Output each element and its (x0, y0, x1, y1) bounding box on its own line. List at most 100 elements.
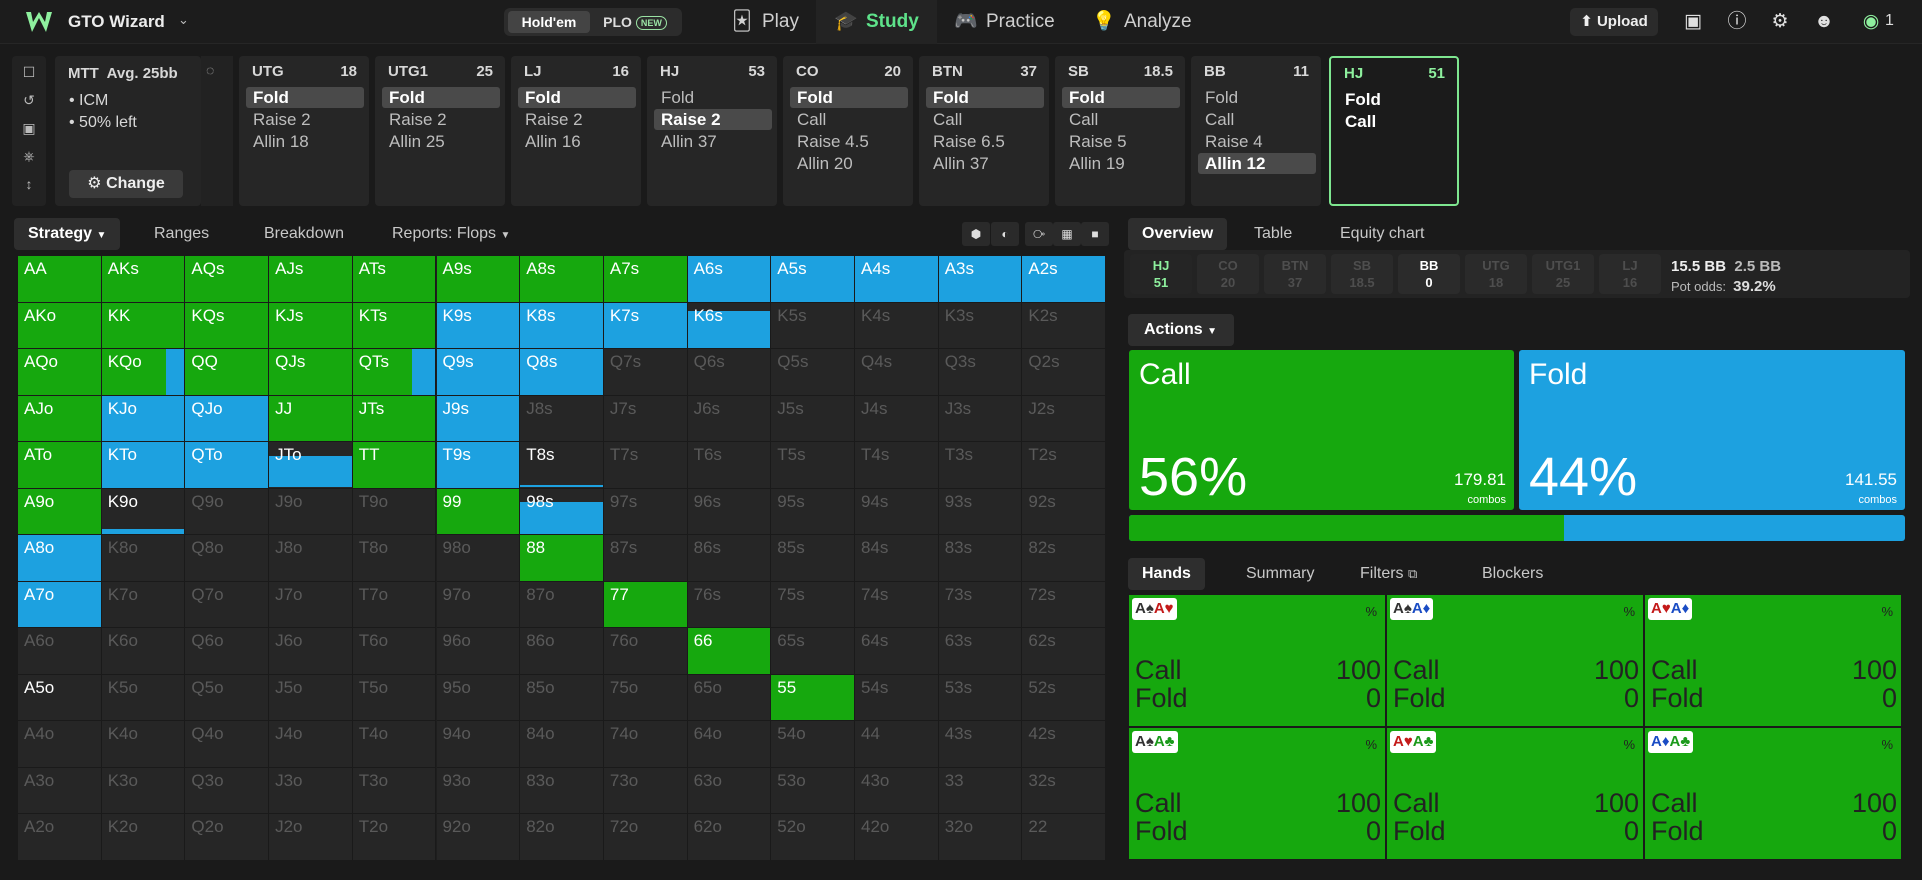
hand-cell[interactable]: 52o (771, 814, 855, 861)
compact-view-icon[interactable]: ⧂ (1025, 222, 1053, 246)
hand-cell[interactable]: 53s (938, 674, 1023, 721)
hand-cell[interactable]: AJo (18, 395, 102, 442)
position-action[interactable]: Raise 2 (246, 109, 364, 130)
nav-practice[interactable]: 🎮 Practice (936, 0, 1073, 44)
hand-cell[interactable]: KJo (101, 395, 186, 442)
chevron-down-icon[interactable]: ⌄ (178, 12, 189, 28)
nav-analyze[interactable]: 💡 Analyze (1074, 0, 1210, 44)
nav-study[interactable]: 🎓 Study (816, 0, 937, 44)
hand-cell[interactable]: J9s (436, 395, 521, 442)
contrast-view-icon[interactable]: ◐ (991, 222, 1019, 246)
position-action[interactable]: Fold (1338, 89, 1456, 110)
hand-cell[interactable]: A4o (18, 721, 102, 768)
hand-cell[interactable]: T9s (436, 442, 521, 489)
hand-cell[interactable]: J6o (269, 628, 353, 675)
hand-cell[interactable]: A2s (1022, 256, 1107, 303)
hand-cell[interactable]: 53o (771, 767, 855, 814)
hand-cell[interactable]: QJs (269, 349, 353, 396)
hand-cell[interactable]: K6o (101, 628, 186, 675)
hand-cell[interactable]: T6o (352, 628, 437, 675)
hand-cell[interactable]: QJo (185, 395, 270, 442)
hand-cell[interactable]: JTs (352, 395, 437, 442)
hand-cell[interactable]: AA (18, 256, 102, 303)
hand-cell[interactable]: 65s (771, 628, 855, 675)
hand-cell[interactable]: K3s (938, 302, 1023, 349)
hand-cell[interactable]: T7o (352, 581, 437, 628)
hand-cell[interactable]: T5o (352, 674, 437, 721)
hand-cell[interactable]: A7s (603, 256, 688, 303)
hand-combo[interactable]: A♥A♣% Call 100 Fold 0 (1387, 728, 1644, 860)
brand-name[interactable]: GTO Wizard (68, 12, 165, 32)
position-action[interactable]: Call (926, 109, 1044, 130)
hand-cell[interactable]: JTo (269, 442, 353, 489)
position-card-hj[interactable]: HJ 53 Fold Raise 2 Allin 37 (647, 56, 777, 206)
hand-cell[interactable]: A6s (687, 256, 772, 303)
hand-cell[interactable]: J8o (269, 535, 353, 582)
hand-cell[interactable]: K3o (101, 767, 186, 814)
hand-cell[interactable]: J2s (1022, 395, 1107, 442)
hand-cell[interactable]: 66 (687, 628, 772, 675)
hand-cell[interactable]: 44 (855, 721, 939, 768)
hand-cell[interactable]: JJ (269, 395, 353, 442)
hand-cell[interactable]: QQ (185, 349, 270, 396)
position-action[interactable]: Call (1198, 109, 1316, 130)
position-action[interactable]: Allin 12 (1198, 153, 1316, 174)
hand-cell[interactable]: K5o (101, 674, 186, 721)
hand-cell[interactable]: J2o (269, 814, 353, 861)
position-action[interactable]: Fold (382, 87, 500, 108)
hand-cell[interactable]: 42s (1022, 721, 1107, 768)
hand-cell[interactable]: K4o (101, 721, 186, 768)
hand-cell[interactable]: ATs (352, 256, 437, 303)
hand-cell[interactable]: 87o (520, 581, 604, 628)
hand-cell[interactable]: 54o (771, 721, 855, 768)
hand-cell[interactable]: A3s (938, 256, 1023, 303)
cube-view-icon[interactable]: ⬢ (962, 222, 990, 246)
tab-overview[interactable]: Overview (1128, 218, 1228, 250)
hand-cell[interactable]: Q8o (185, 535, 270, 582)
position-card-hj[interactable]: HJ 51 Fold Call (1329, 56, 1459, 206)
position-card-co[interactable]: CO 20 Fold Call Raise 4.5 Allin 20 (783, 56, 913, 206)
hand-combo[interactable]: A♥A♦% Call 100 Fold 0 (1645, 595, 1902, 727)
branch-icon[interactable]: ◌ (206, 62, 224, 78)
hand-cell[interactable]: 73o (603, 767, 688, 814)
tab-filters[interactable]: Filters ⧉ (1346, 558, 1431, 590)
hand-cell[interactable]: Q5o (185, 674, 270, 721)
grid-view-icon[interactable]: ▦ (1053, 222, 1081, 246)
hand-cell[interactable]: QTo (185, 442, 270, 489)
hand-combo[interactable]: A♠A♦% Call 100 Fold 0 (1387, 595, 1644, 727)
save-icon[interactable]: ▣ (20, 120, 38, 138)
hand-cell[interactable]: J4o (269, 721, 353, 768)
hand-cell[interactable]: 63o (687, 767, 772, 814)
position-action[interactable]: Allin 16 (518, 131, 636, 152)
hand-cell[interactable]: 86s (687, 535, 772, 582)
hand-cell[interactable]: 96o (436, 628, 521, 675)
gear-icon[interactable]: ⚙ (1769, 11, 1791, 33)
screenshot-icon[interactable]: ▣ (1682, 11, 1704, 33)
position-action[interactable]: Allin 37 (926, 153, 1044, 174)
hand-cell[interactable]: T9o (352, 488, 437, 535)
seat-utg1[interactable]: UTG1 25 (1532, 254, 1594, 294)
hand-cell[interactable]: 98s (520, 488, 604, 535)
tab-strategy[interactable]: Strategy ▼ (14, 218, 121, 250)
hand-cell[interactable]: J3o (269, 767, 353, 814)
hand-combo[interactable]: A♦A♣% Call 100 Fold 0 (1645, 728, 1902, 860)
seat-bb[interactable]: BB 0 (1398, 254, 1460, 294)
seat-co[interactable]: CO 20 (1197, 254, 1259, 294)
hand-cell[interactable]: 87s (603, 535, 688, 582)
hand-cell[interactable]: TT (352, 442, 437, 489)
hand-cell[interactable]: Q9o (185, 488, 270, 535)
position-action[interactable]: Call (1338, 111, 1456, 132)
position-action[interactable]: Allin 20 (790, 153, 908, 174)
gto-wizard-logo-icon[interactable] (24, 10, 54, 34)
upload-button[interactable]: ⬆ Upload (1570, 8, 1658, 36)
hand-cell[interactable]: 73s (938, 581, 1023, 628)
hand-cell[interactable]: A5s (771, 256, 855, 303)
position-action[interactable]: Raise 4.5 (790, 131, 908, 152)
hand-cell[interactable]: A4s (855, 256, 939, 303)
hand-cell[interactable]: 75s (771, 581, 855, 628)
hand-cell[interactable]: 92s (1022, 488, 1107, 535)
tab-hands[interactable]: Hands (1128, 558, 1205, 590)
hand-cell[interactable]: 55 (771, 674, 855, 721)
hand-cell[interactable]: K6s (687, 302, 772, 349)
hand-cell[interactable]: 43o (855, 767, 939, 814)
